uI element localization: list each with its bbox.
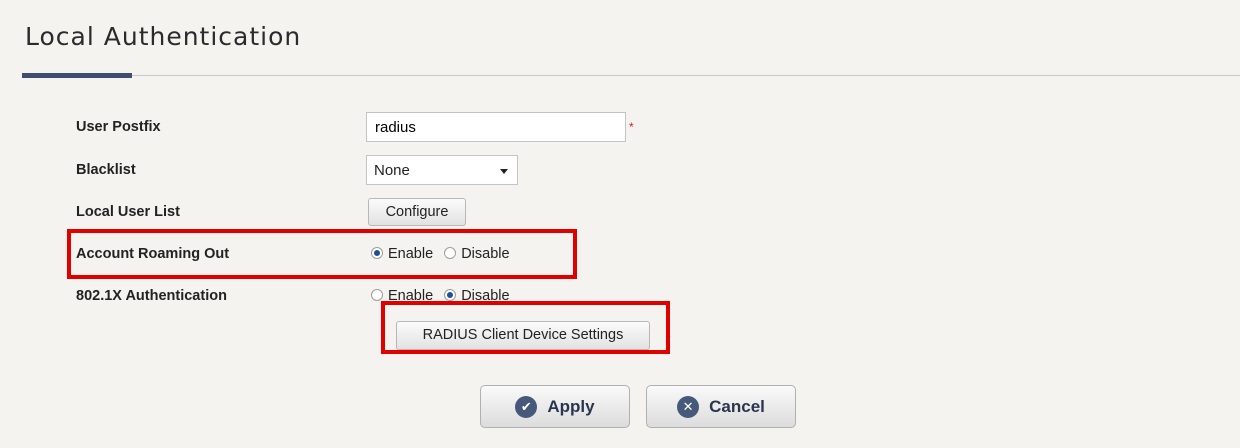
blacklist-selected-value: None: [374, 162, 410, 179]
user-postfix-label: User Postfix: [76, 119, 161, 135]
title-accent-bar: [22, 73, 132, 78]
cancel-button[interactable]: ✕ Cancel: [646, 385, 796, 428]
local-user-list-label: Local User List: [76, 204, 180, 220]
x-circle-icon: ✕: [677, 395, 700, 418]
check-circle-icon: ✔: [515, 395, 538, 418]
configure-button[interactable]: Configure: [368, 198, 466, 226]
highlight-box-radius-button: [381, 301, 670, 354]
dot1x-disable-radio[interactable]: [444, 289, 457, 301]
chevron-down-icon: [500, 169, 508, 174]
page-title: Local Authentication: [25, 22, 302, 51]
dot1x-enable-radio[interactable]: [371, 289, 383, 301]
apply-label: Apply: [547, 396, 595, 416]
highlight-box-account-roaming: [67, 229, 577, 279]
blacklist-label: Blacklist: [76, 162, 136, 178]
dot1x-authentication-label: 802.1X Authentication: [76, 288, 227, 304]
cancel-label: Cancel: [709, 396, 765, 416]
apply-button[interactable]: ✔ Apply: [480, 385, 630, 428]
title-divider: [22, 75, 1240, 76]
user-postfix-input[interactable]: [366, 112, 626, 142]
blacklist-select[interactable]: None: [366, 155, 518, 185]
required-indicator: *: [629, 120, 634, 134]
